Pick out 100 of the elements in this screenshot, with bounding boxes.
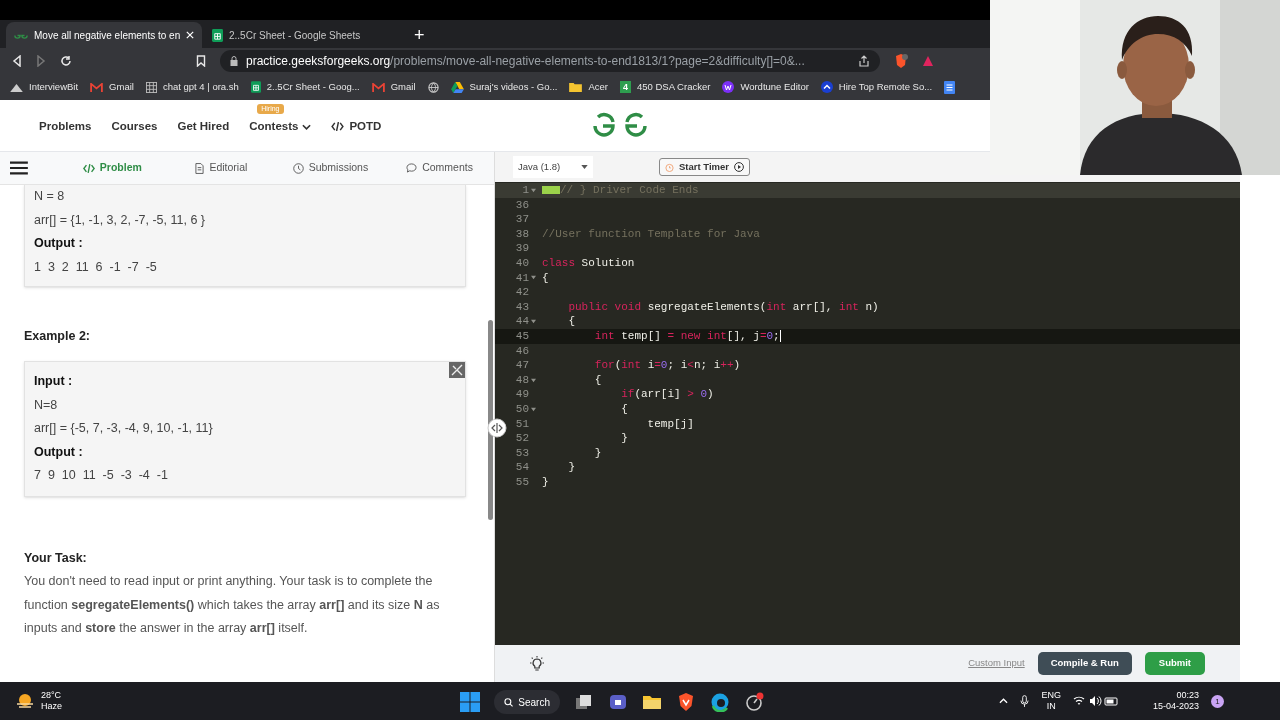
shield-icon[interactable] [894, 53, 908, 69]
browser-icon[interactable] [710, 692, 730, 712]
language-dropdown[interactable]: Java (1.8) [513, 156, 593, 178]
bookmark[interactable]: Suraj's videos - Go... [450, 79, 558, 95]
text-cursor [779, 330, 781, 343]
close-icon[interactable] [186, 31, 195, 39]
line-number: 54 [514, 460, 529, 475]
line-number: 41 [514, 270, 529, 286]
weather-condition: Haze [41, 701, 62, 712]
drive-icon [450, 81, 464, 93]
chevron-up-icon[interactable] [999, 698, 1009, 704]
code-line: { [620, 401, 628, 417]
back-icon[interactable] [12, 55, 22, 67]
grid-icon [145, 81, 157, 93]
code-icon [82, 163, 95, 173]
code-line: } [567, 460, 575, 475]
problem-tab[interactable]: Editorial [166, 152, 276, 184]
compile-run-button[interactable]: Compile & Run [1037, 652, 1132, 675]
nav-link[interactable]: Courses [111, 117, 158, 136]
panel-resize-handle[interactable] [487, 418, 507, 438]
bookmark[interactable]: chat gpt 4 | ora.sh [145, 79, 239, 95]
code-line: int temp[] = new int[], j=0; [593, 328, 781, 344]
code-line: } [541, 474, 549, 490]
problem-tab[interactable]: Comments [385, 152, 495, 184]
start-icon[interactable] [460, 692, 480, 712]
temperature: 28°C [41, 690, 62, 701]
folded-code-marker[interactable] [542, 186, 560, 195]
line-number: 40 [514, 255, 529, 271]
bookmark[interactable]: Acer [569, 79, 608, 95]
triangle-icon[interactable] [922, 55, 934, 67]
bookmark[interactable]: Wordtune Editor [722, 79, 809, 95]
clock[interactable]: 00:23 15-04-2023 [1152, 690, 1199, 712]
fold-icon[interactable] [531, 377, 536, 383]
nav-link[interactable]: Get Hired [177, 117, 230, 136]
scrollbar[interactable] [488, 320, 493, 520]
example-line: N = 8 [34, 188, 66, 205]
example-line: N=8 [34, 396, 59, 414]
line-number: 36 [514, 197, 529, 213]
line-number: 1 [521, 183, 529, 198]
bookmark[interactable]: Hire Top Remote So... [820, 79, 933, 95]
forward-icon[interactable] [36, 55, 46, 67]
nav-link[interactable]: Problems [39, 117, 92, 136]
share-icon[interactable] [858, 55, 870, 67]
search-icon [504, 696, 514, 708]
menu-icon[interactable] [10, 161, 28, 175]
line-number: 50 [514, 401, 529, 417]
bookmark[interactable]: 4 450 DSA Cracker [619, 79, 711, 95]
task-description: You don't need to read input or print anything. Your task is to complete the function segregateElements() which takes the array arr[] and its size N as inputs and store the answer in the array arr[] itself. [24, 573, 441, 637]
new-tab-button[interactable]: + [406, 22, 433, 48]
line-number: 39 [514, 241, 529, 256]
document-icon [195, 162, 205, 174]
fold-icon[interactable] [531, 406, 536, 412]
example-line: Input : [34, 373, 74, 390]
start-timer-button[interactable]: Start Timer [659, 158, 750, 176]
taskbar-search[interactable]: Search [494, 690, 560, 714]
notification-badge[interactable]: 1 [1211, 694, 1224, 708]
problem-tab[interactable]: Problem [57, 152, 167, 184]
lightbulb-icon[interactable] [529, 655, 545, 672]
bookmark[interactable]: Gmail [90, 79, 134, 95]
browser-tab[interactable]: Move all negative elements to en [6, 22, 202, 48]
fold-icon[interactable] [531, 187, 536, 193]
example-line: Output : [34, 235, 84, 252]
language-indicator[interactable]: ENG IN [1041, 690, 1061, 712]
microphone-icon[interactable] [1020, 694, 1030, 708]
status-icons[interactable] [1072, 695, 1119, 707]
problem-tab[interactable]: Submissions [275, 152, 385, 184]
address-bar[interactable]: practice.geeksforgeeks.org/problems/move-all-negative-elements-to-end1813/1?page=2&difficulty[]=0&... [220, 50, 880, 72]
browser-tab[interactable]: 2..5Cr Sheet - Google Sheets [204, 22, 400, 48]
nav-link[interactable]: POTD [331, 117, 382, 136]
line-number: 55 [514, 474, 529, 490]
bookmark-icon[interactable] [196, 55, 206, 67]
logo-icon[interactable] [592, 112, 648, 140]
fold-icon[interactable] [531, 275, 536, 281]
line-number: 37 [514, 212, 529, 227]
nav-link[interactable]: Contests [249, 117, 312, 136]
lock-icon [230, 56, 238, 66]
task-view-icon[interactable] [574, 692, 594, 712]
clock-icon [292, 162, 304, 174]
gauge-icon[interactable] [744, 692, 764, 712]
sheets-icon [250, 81, 261, 93]
weather-icon [15, 693, 35, 709]
bookmark[interactable]: 2..5Cr Sheet - Goog... [250, 79, 360, 95]
weather-widget[interactable]: 28°C Haze [0, 690, 62, 712]
bookmark[interactable]: InterviewBit [10, 79, 79, 95]
code-line: temp[j] [646, 416, 694, 432]
code-line: for(int i=0; i<n; i++) [593, 358, 741, 373]
lion-shield-icon[interactable] [676, 692, 696, 712]
folder-icon [569, 82, 583, 92]
globe-icon[interactable] [427, 81, 439, 93]
line-number: 52 [514, 431, 529, 446]
video-chat-icon[interactable] [608, 692, 628, 712]
code-line: class Solution [541, 255, 635, 271]
bookmark[interactable]: Gmail [371, 79, 416, 95]
reload-icon[interactable] [60, 55, 72, 67]
chevron-down-icon [302, 123, 312, 130]
fold-icon[interactable] [531, 319, 536, 325]
document-icon[interactable] [944, 80, 956, 94]
line-number: 48 [514, 372, 529, 388]
bookmark-icon: 4 [619, 81, 631, 93]
example-line: Output : [34, 443, 84, 461]
